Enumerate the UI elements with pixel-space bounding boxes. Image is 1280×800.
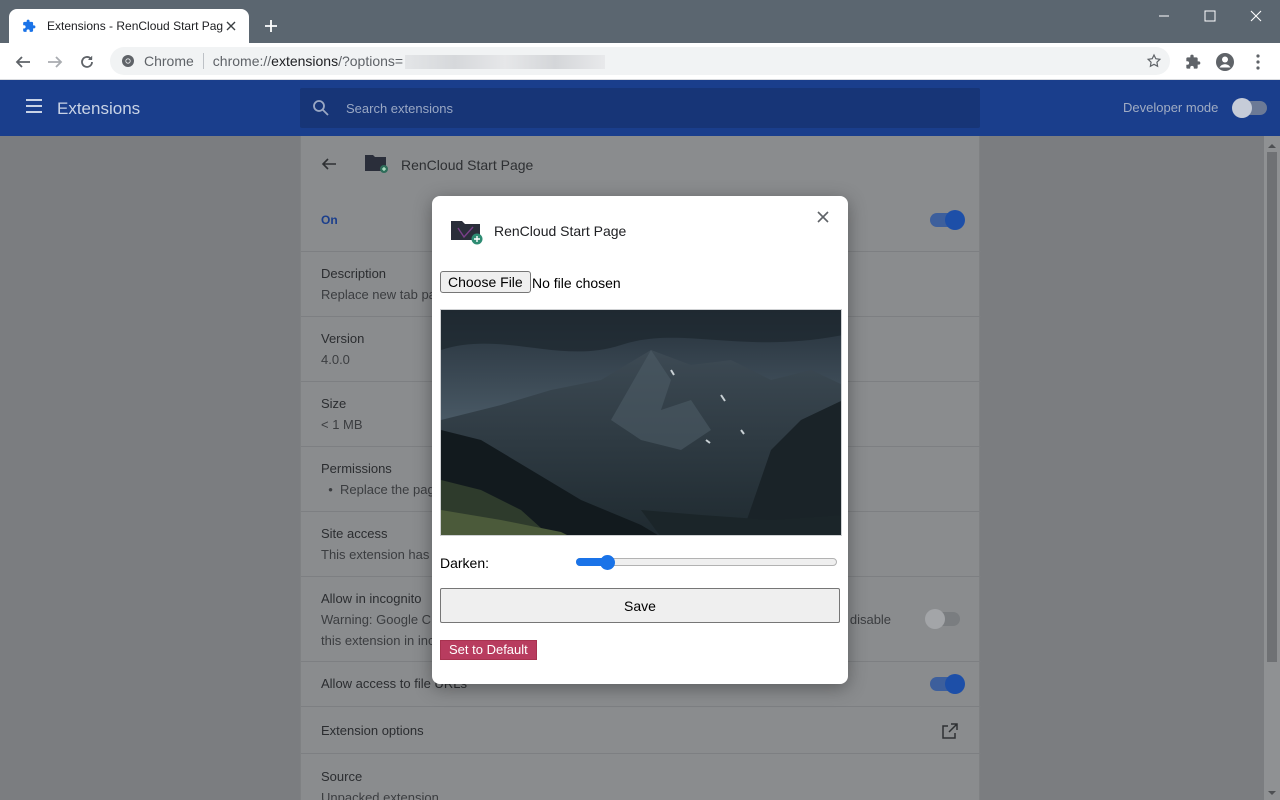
toggle-knob	[925, 609, 945, 629]
back-icon[interactable]	[10, 49, 36, 75]
address-bar[interactable]: Chrome chrome://extensions/?options=	[110, 47, 1170, 75]
extension-folder-icon	[450, 218, 484, 246]
divider	[301, 706, 981, 707]
search-input[interactable]	[346, 98, 946, 118]
extension-enabled-toggle[interactable]	[930, 210, 965, 230]
toggle-knob	[1232, 98, 1252, 118]
search-box[interactable]	[300, 88, 980, 128]
browser-toolbar: Chrome chrome://extensions/?options=	[0, 43, 1280, 80]
toggle-knob	[945, 210, 965, 230]
url-path: /?options=	[338, 52, 404, 69]
scroll-down-icon[interactable]	[1267, 786, 1277, 796]
extension-options-row[interactable]: Extension options	[321, 723, 961, 744]
tab-close-icon[interactable]	[223, 18, 239, 34]
omnibox-divider	[202, 53, 204, 69]
toggle-knob	[945, 674, 965, 694]
omnibox-chip: Chrome	[144, 53, 194, 69]
enabled-status: On	[321, 213, 338, 227]
extension-options-label: Extension options	[321, 723, 424, 738]
minimize-icon[interactable]	[1141, 4, 1187, 28]
reload-icon[interactable]	[74, 49, 100, 75]
search-icon	[312, 99, 330, 117]
maximize-icon[interactable]	[1187, 4, 1233, 28]
forward-icon[interactable]	[42, 49, 68, 75]
url-host: extensions	[271, 52, 339, 69]
back-arrow-icon[interactable]	[321, 156, 341, 172]
url-text: chrome://extensions/?options=	[212, 52, 606, 70]
browser-titlebar: Extensions - RenCloud Start Page	[0, 0, 1280, 43]
hamburger-menu-icon[interactable]	[24, 96, 46, 118]
darken-label: Darken:	[440, 555, 490, 571]
extensions-header: Extensions Developer mode	[0, 80, 1280, 136]
url-scheme: chrome://	[212, 52, 272, 69]
new-tab-icon[interactable]	[260, 15, 282, 37]
browser-tab[interactable]: Extensions - RenCloud Start Page	[9, 9, 249, 43]
page-title: Extensions	[57, 99, 141, 118]
extensions-icon[interactable]	[1182, 51, 1204, 73]
open-in-new-icon[interactable]	[942, 723, 958, 739]
incognito-warning-line1: Warning: Google Ch	[321, 612, 439, 627]
chrome-icon	[120, 53, 136, 69]
background-preview-image	[440, 309, 842, 536]
more-menu-icon[interactable]	[1247, 51, 1269, 73]
file-urls-toggle[interactable]	[930, 674, 965, 694]
close-window-icon[interactable]	[1233, 4, 1279, 28]
scrollbar-thumb[interactable]	[1267, 152, 1277, 662]
tab-title: Extensions - RenCloud Start Page	[47, 19, 223, 33]
developer-mode-label: Developer mode	[1123, 100, 1219, 115]
extension-name: RenCloud Start Page	[401, 157, 534, 173]
profile-icon[interactable]	[1214, 51, 1236, 73]
file-status: No file chosen	[532, 275, 621, 291]
source-value: Unpacked extension	[321, 790, 439, 800]
redacted-url	[405, 55, 606, 70]
bookmark-star-icon[interactable]	[1146, 53, 1162, 69]
source-label: Source	[321, 769, 363, 784]
darken-slider-track[interactable]	[576, 558, 837, 566]
divider	[301, 753, 981, 754]
permissions-value: Replace the pag	[340, 482, 435, 497]
darken-slider-thumb[interactable]	[600, 555, 615, 570]
save-button[interactable]: Save	[440, 588, 840, 623]
source-row: Source Unpacked extension	[321, 769, 961, 800]
dialog-title: RenCloud Start Page	[494, 223, 627, 239]
set-to-default-button[interactable]: Set to Default	[440, 640, 537, 660]
choose-file-button[interactable]: Choose File	[440, 271, 531, 293]
close-icon[interactable]	[816, 210, 832, 226]
incognito-toggle[interactable]	[925, 609, 960, 629]
puzzle-icon	[21, 18, 37, 34]
page-scrollbar[interactable]	[1264, 136, 1280, 800]
extension-folder-icon	[364, 152, 390, 174]
options-dialog: RenCloud Start Page Choose File No file …	[432, 196, 848, 684]
scroll-up-icon[interactable]	[1267, 139, 1277, 149]
developer-mode-toggle[interactable]	[1232, 98, 1267, 118]
